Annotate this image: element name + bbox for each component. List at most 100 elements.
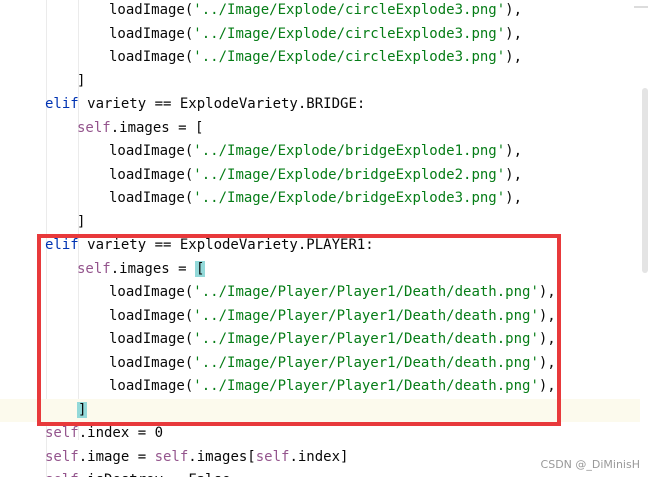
code-line[interactable]: ] (0, 398, 640, 423)
code-token: loadImage( (109, 307, 194, 324)
self-keyword: self (77, 260, 111, 277)
matched-bracket: ] (77, 401, 88, 418)
string-literal: '../Image/Explode/circleExplode3.png' (193, 49, 506, 65)
code-token: loadImage( (109, 331, 194, 347)
code-line[interactable]: loadImage('../Image/Player/Player1/Death… (0, 352, 640, 376)
string-literal: '../Image/Player/Player1/Death/death.png… (193, 284, 539, 300)
code-text: elif variety == ExplodeVariety.BRIDGE: (45, 93, 365, 117)
code-token: variety == ExplodeVariety.PLAYER1: (78, 237, 374, 253)
code-token: loadImage( (109, 143, 194, 159)
string-literal: '../Image/Explode/circleExplode3.png' (193, 2, 506, 18)
code-token: loadImage( (109, 2, 194, 18)
code-token: ), (538, 284, 556, 300)
string-literal: '../Image/Explode/bridgeExplode2.png' (193, 166, 506, 183)
code-line[interactable]: loadImage('../Image/Explode/bridgeExplod… (0, 187, 640, 211)
code-editor[interactable]: loadImage('../Image/Explode/circleExplod… (0, 0, 650, 477)
code-line[interactable]: self.index = 0 (0, 422, 640, 446)
code-token: ), (505, 25, 523, 42)
code-text: loadImage('../Image/Explode/circleExplod… (109, 46, 522, 70)
code-line[interactable]: loadImage('../Image/Explode/circleExplod… (0, 0, 640, 23)
code-text: loadImage('../Image/Explode/bridgeExplod… (109, 187, 522, 211)
code-line[interactable]: elif variety == ExplodeVariety.PLAYER1: (0, 234, 640, 258)
string-literal: '../Image/Explode/bridgeExplode3.png' (193, 190, 506, 206)
code-token: loadImage( (109, 354, 194, 371)
code-text: loadImage('../Image/Player/Player1/Death… (109, 281, 556, 305)
self-keyword: self (45, 472, 79, 477)
code-token: ), (538, 331, 556, 347)
code-text: self.isDestroy = False (45, 469, 230, 477)
code-text: elif variety == ExplodeVariety.PLAYER1: (45, 234, 374, 258)
code-token: ), (505, 166, 523, 183)
code-line[interactable]: loadImage('../Image/Explode/bridgeExplod… (0, 164, 640, 188)
code-token: ), (505, 49, 523, 65)
code-text: self.image = self.images[self.index] (45, 446, 348, 470)
code-token: .index = 0 (78, 425, 164, 441)
code-token: .image = (78, 448, 155, 465)
string-literal: '../Image/Explode/circleExplode3.png' (193, 25, 506, 42)
matched-bracket: [ (195, 260, 206, 277)
code-line[interactable]: loadImage('../Image/Explode/circleExplod… (0, 23, 640, 47)
code-line[interactable]: loadImage('../Image/Player/Player1/Death… (0, 375, 640, 399)
code-token: loadImage( (109, 49, 194, 65)
scrollbar-marker (634, 6, 648, 8)
code-text: self.images = [ (77, 117, 203, 141)
code-line[interactable]: self.images = [ (0, 258, 640, 282)
code-token: ), (505, 190, 523, 206)
code-token: .images = (110, 260, 196, 277)
string-literal: '../Image/Explode/bridgeExplode1.png' (193, 143, 506, 159)
code-text: ] (77, 70, 85, 94)
code-token: loadImage( (109, 284, 194, 300)
watermark: CSDN @_DiMinisH (540, 458, 640, 471)
code-token: ), (538, 354, 556, 371)
code-token: .images = [ (110, 119, 204, 136)
code-token: loadImage( (109, 166, 194, 183)
code-token: loadImage( (109, 25, 194, 42)
code-token: ] (77, 72, 86, 89)
code-text: loadImage('../Image/Explode/bridgeExplod… (109, 164, 522, 188)
code-line[interactable]: loadImage('../Image/Player/Player1/Death… (0, 328, 640, 352)
code-token: loadImage( (109, 378, 194, 394)
string-literal: '../Image/Player/Player1/Death/death.png… (193, 307, 539, 324)
scrollbar-thumb[interactable] (642, 88, 648, 273)
code-token: ), (538, 307, 556, 324)
code-text: self.index = 0 (45, 422, 163, 446)
string-literal: '../Image/Player/Player1/Death/death.png… (193, 378, 539, 394)
keyword: elif (45, 96, 79, 112)
code-token: .isDestroy = False (79, 472, 231, 477)
code-token: ] (77, 213, 86, 230)
code-line[interactable]: ] (0, 70, 640, 94)
code-token: variety == ExplodeVariety.BRIDGE: (78, 96, 366, 112)
code-text: self.images = [ (77, 258, 206, 282)
code-text: loadImage('../Image/Player/Player1/Death… (109, 352, 556, 376)
code-line[interactable]: loadImage('../Image/Explode/circleExplod… (0, 46, 640, 70)
self-keyword: self (45, 448, 79, 465)
string-literal: '../Image/Player/Player1/Death/death.png… (193, 354, 539, 371)
code-text: loadImage('../Image/Player/Player1/Death… (109, 305, 556, 329)
code-token: ), (505, 143, 523, 159)
code-token: .index] (289, 448, 349, 465)
code-token: ), (538, 378, 556, 394)
keyword: elif (45, 237, 79, 253)
code-line[interactable]: ] (0, 211, 640, 235)
code-text: loadImage('../Image/Player/Player1/Death… (109, 375, 556, 399)
code-line[interactable]: loadImage('../Image/Player/Player1/Death… (0, 305, 640, 329)
code-token: .images[ (188, 448, 256, 465)
self-keyword: self (255, 448, 290, 465)
code-line[interactable]: self.images = [ (0, 117, 640, 141)
vertical-scrollbar[interactable] (634, 0, 650, 477)
code-text: ] (77, 211, 85, 235)
code-line[interactable]: elif variety == ExplodeVariety.BRIDGE: (0, 93, 640, 117)
self-keyword: self (154, 448, 189, 465)
code-text: loadImage('../Image/Player/Player1/Death… (109, 328, 556, 352)
string-literal: '../Image/Player/Player1/Death/death.png… (193, 331, 539, 347)
code-text: loadImage('../Image/Explode/bridgeExplod… (109, 140, 522, 164)
code-token: loadImage( (109, 190, 194, 206)
self-keyword: self (45, 425, 79, 441)
code-text: ] (77, 399, 88, 423)
code-text: loadImage('../Image/Explode/circleExplod… (109, 0, 522, 23)
code-token: ), (505, 2, 523, 18)
code-line[interactable]: loadImage('../Image/Explode/bridgeExplod… (0, 140, 640, 164)
code-line[interactable]: loadImage('../Image/Player/Player1/Death… (0, 281, 640, 305)
code-text: loadImage('../Image/Explode/circleExplod… (109, 23, 522, 47)
self-keyword: self (77, 119, 111, 136)
